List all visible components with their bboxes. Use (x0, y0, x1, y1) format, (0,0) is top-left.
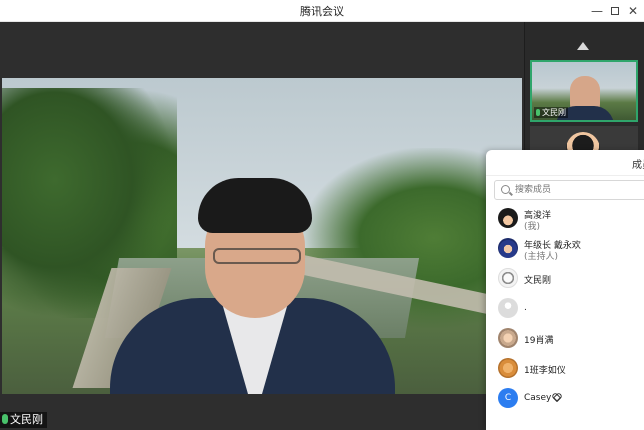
member-name: . (524, 303, 527, 313)
member-item[interactable]: . (486, 296, 644, 326)
baby-avatar (498, 328, 518, 348)
thumbnail-participant-name: 文民刚 (542, 108, 566, 117)
member-item[interactable]: 1班李如仪 (486, 356, 644, 386)
member-name: 1班李如仪 (524, 366, 566, 376)
maximize-icon (611, 7, 619, 15)
member-search-input[interactable] (515, 183, 644, 197)
minimize-button[interactable]: — (588, 2, 606, 20)
member-name: 文民刚 (524, 276, 552, 286)
cat-avatar (498, 358, 518, 378)
main-video-feed[interactable] (2, 78, 522, 394)
search-icon (501, 185, 510, 194)
speaker-figure (110, 178, 395, 394)
member-name-text: Casey (524, 393, 552, 403)
members-panel-header: 成员 (486, 150, 644, 176)
main-video-stage[interactable]: 文民刚 (0, 22, 524, 430)
member-search-box[interactable] (494, 180, 644, 200)
member-item[interactable]: 年级长 戴永欢 (主持人) (486, 236, 644, 266)
members-panel-title: 成员 (632, 160, 644, 171)
kid-avatar (498, 238, 518, 258)
cartoon-avatar (498, 268, 518, 288)
video-thumbnail-active[interactable]: 文民刚 (530, 60, 638, 122)
member-name: Casey (524, 393, 560, 403)
member-item[interactable]: 19肖满 (486, 326, 644, 356)
maximize-button[interactable] (606, 2, 624, 20)
mic-icon (536, 109, 540, 116)
member-item[interactable]: C Casey (486, 386, 644, 416)
main-video-nameplate: 文民刚 (0, 412, 47, 428)
letter-avatar: C (498, 388, 518, 408)
scroll-up-icon[interactable] (577, 42, 589, 50)
close-button[interactable]: ✕ (624, 2, 642, 20)
member-name: 19肖满 (524, 336, 554, 346)
member-item[interactable]: 文民刚 (486, 266, 644, 296)
title-bar: 腾讯会议 — ✕ (0, 0, 644, 22)
thumbnail-nameplate: 文民刚 (534, 107, 568, 118)
mic-icon (2, 414, 8, 424)
default-avatar (498, 298, 518, 318)
member-role: (我) (524, 222, 541, 232)
members-panel: 成员 高浚洋 (我) 年级长 戴永欢 (主持人) 文民刚 . 19肖满 (486, 150, 644, 430)
member-item[interactable]: 高浚洋 (我) (486, 206, 644, 236)
heart-icon (552, 393, 560, 400)
goku-avatar (498, 208, 518, 228)
member-role: (主持人) (524, 252, 559, 262)
window-title: 腾讯会议 (300, 5, 344, 18)
main-video-participant-name: 文民刚 (10, 413, 43, 426)
meeting-window: 腾讯会议 — ✕ 文民刚 文民刚 成 搜索成员 高浚洋 (我) 年级长 戴永欢 … (0, 0, 644, 430)
